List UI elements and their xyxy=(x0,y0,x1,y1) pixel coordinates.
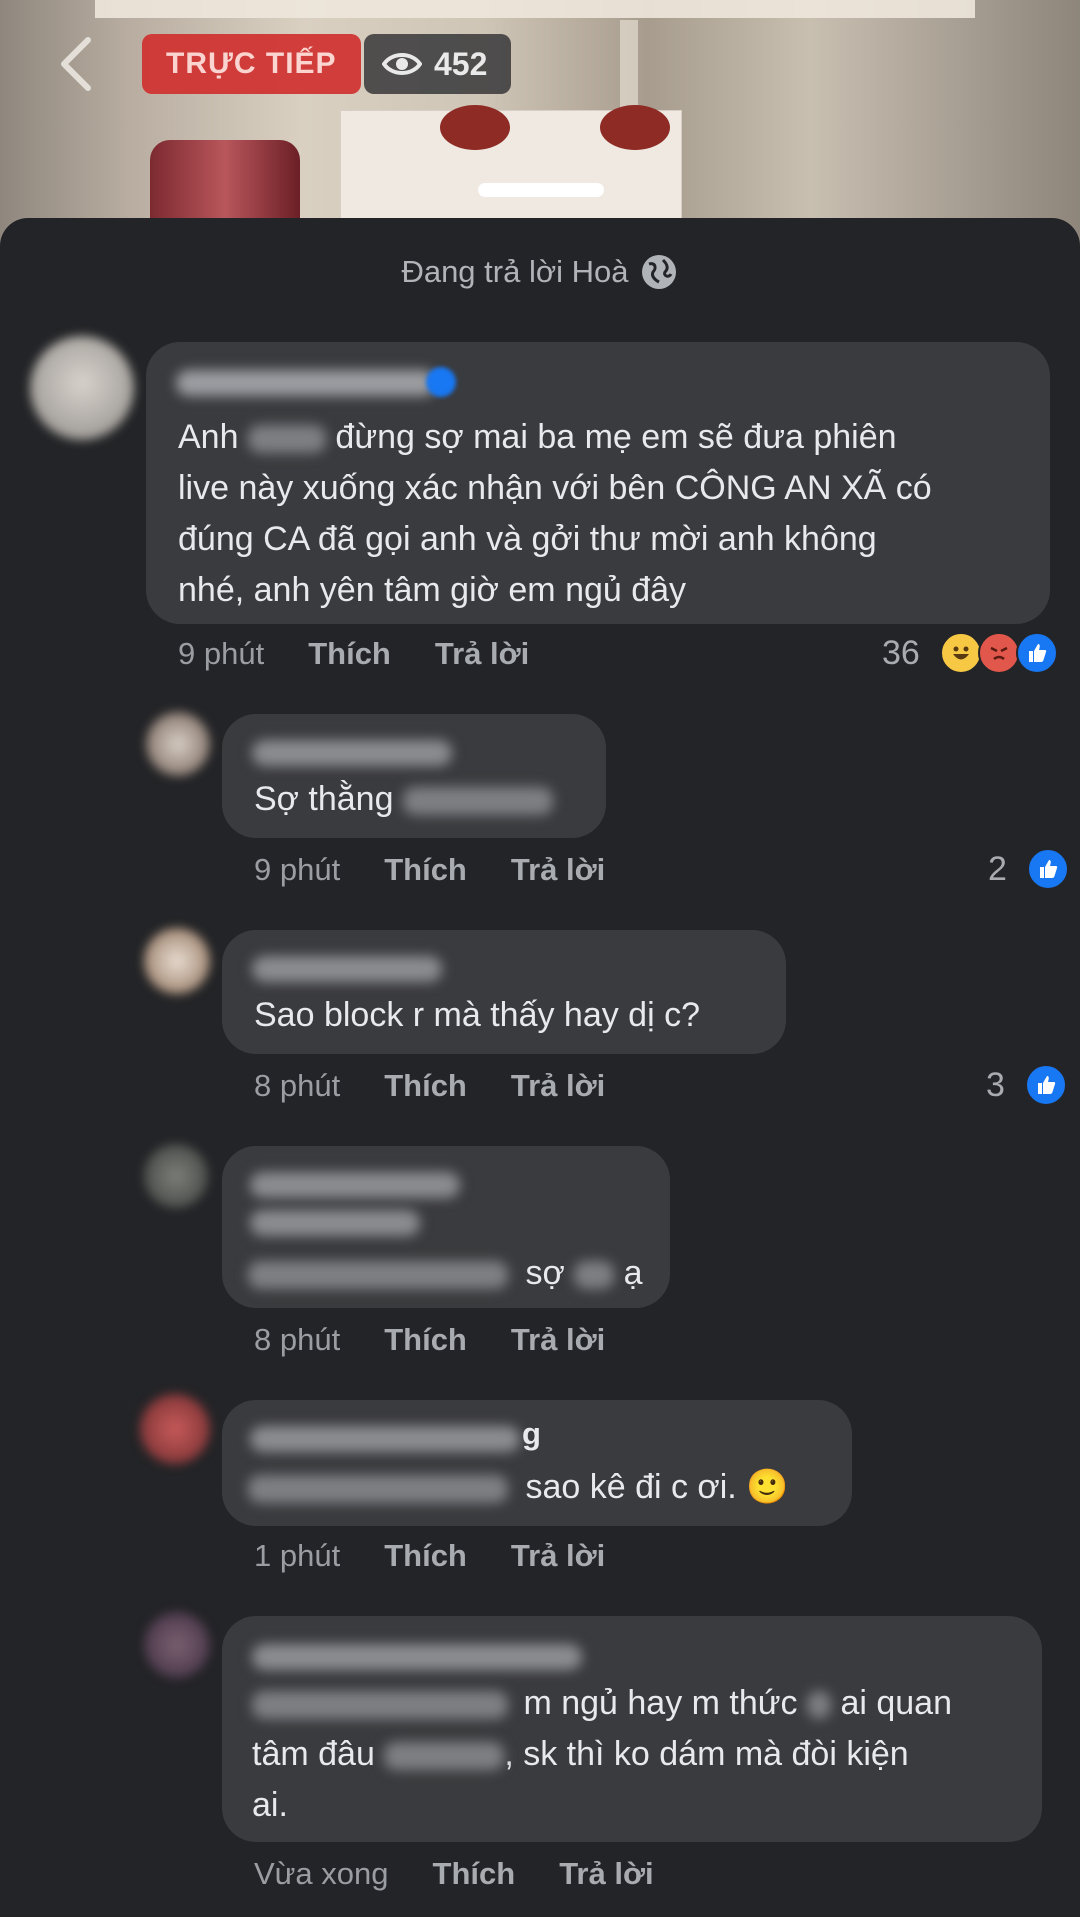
commenter-name-blurred[interactable] xyxy=(250,1172,460,1198)
like-button[interactable]: Thích xyxy=(433,1856,516,1892)
back-button[interactable] xyxy=(52,37,100,91)
redacted-name xyxy=(807,1691,831,1720)
reaction-count: 3 xyxy=(986,1065,1005,1104)
eye-icon xyxy=(382,53,422,75)
comment-timestamp: 9 phút xyxy=(254,852,341,887)
like-button[interactable]: Thích xyxy=(384,1538,467,1574)
viewer-count-badge: 452 xyxy=(364,34,512,94)
tagged-user-link[interactable] xyxy=(252,1691,508,1720)
reply-button[interactable]: Trả lời xyxy=(435,636,529,672)
comment-text: sợ xyxy=(525,1254,565,1292)
commenter-name-fragment: g xyxy=(522,1416,541,1451)
reply-button[interactable]: Trả lời xyxy=(559,1856,653,1892)
comment-timestamp: 8 phút xyxy=(254,1068,341,1103)
comment-timestamp: 1 phút xyxy=(254,1538,341,1573)
like-icon xyxy=(1026,848,1069,890)
reaction-summary[interactable]: 3 xyxy=(986,1064,1067,1106)
like-button[interactable]: Thích xyxy=(384,1322,467,1358)
commenter-name-blurred[interactable] xyxy=(250,1210,420,1236)
replying-to-text: Đang trả lời Hoà xyxy=(401,254,629,289)
like-icon xyxy=(1024,1064,1067,1106)
redacted-name xyxy=(574,1261,615,1290)
reply-button[interactable]: Trả lời xyxy=(511,1322,605,1358)
chevron-left-icon xyxy=(61,37,91,91)
avatar[interactable] xyxy=(146,712,210,776)
comment-bubble[interactable]: sợ ạ xyxy=(222,1146,670,1308)
comment-text: ai. xyxy=(252,1786,288,1824)
comment-text: , sk thì ko dám mà đòi kiện xyxy=(504,1735,909,1773)
avatar[interactable] xyxy=(30,336,134,440)
commenter-name-blurred[interactable] xyxy=(252,740,452,766)
comment-bubble[interactable]: g sao kê đi c ơi. 🙂 xyxy=(222,1400,852,1526)
redacted-name xyxy=(247,425,326,454)
comment-text: Sao block r mà thấy hay dị c? xyxy=(254,996,701,1034)
like-button[interactable]: Thích xyxy=(384,1068,467,1104)
reaction-summary[interactable]: 2 xyxy=(988,848,1069,890)
comment-timestamp: 9 phút xyxy=(178,636,265,671)
sheet-drag-handle[interactable] xyxy=(478,183,604,197)
like-button[interactable]: Thích xyxy=(308,636,391,672)
reply-button[interactable]: Trả lời xyxy=(511,1538,605,1574)
comment-text: đúng CA đã gọi anh và gởi thư mời anh kh… xyxy=(178,520,877,558)
reaction-count: 2 xyxy=(988,849,1007,888)
comment-bubble[interactable]: Sợ thằng xyxy=(222,714,606,838)
reaction-count: 36 xyxy=(882,633,920,672)
comment-timestamp: Vừa xong xyxy=(254,1856,389,1891)
angry-icon xyxy=(977,632,1020,674)
comment-text: ai quan xyxy=(840,1684,952,1722)
commenter-name-blurred[interactable] xyxy=(252,956,442,982)
reply-button[interactable]: Trả lời xyxy=(511,1068,605,1104)
video-ribbon xyxy=(440,105,510,150)
video-jar xyxy=(150,140,300,230)
avatar[interactable] xyxy=(140,1394,210,1464)
video-ribbon xyxy=(600,105,670,150)
verified-badge-icon xyxy=(426,367,456,397)
commenter-name-blurred[interactable] xyxy=(252,1644,582,1670)
comment-text: đừng sợ mai ba mẹ em sẽ đưa phiên xyxy=(335,418,897,456)
comment-text: m ngủ hay m thức xyxy=(523,1684,798,1722)
comment-text: tâm đâu xyxy=(252,1735,375,1773)
comment-text: ạ xyxy=(623,1254,643,1292)
comment-bubble[interactable]: Sao block r mà thấy hay dị c? xyxy=(222,930,786,1054)
like-icon xyxy=(1015,632,1058,674)
redacted-name xyxy=(402,787,553,816)
redacted-name xyxy=(384,1742,505,1771)
comment-bubble[interactable]: Anh đừng sợ mai ba mẹ em sẽ đưa phiên li… xyxy=(146,342,1050,624)
globe-icon xyxy=(641,255,676,289)
commenter-name-blurred[interactable] xyxy=(176,370,436,396)
comment-text: live này xuống xác nhận với bên CÔNG AN … xyxy=(178,469,932,507)
comment-bubble[interactable]: m ngủ hay m thức ai quan tâm đâu , sk th… xyxy=(222,1616,1042,1842)
viewer-count: 452 xyxy=(434,45,488,82)
avatar[interactable] xyxy=(144,1144,208,1208)
comment-text: nhé, anh yên tâm giờ em ngủ đây xyxy=(178,571,687,609)
replying-to-banner: Đang trả lời Hoà xyxy=(0,252,1080,292)
comment-timestamp: 8 phút xyxy=(254,1322,341,1357)
comment-text: Sợ thằng xyxy=(254,780,394,818)
comment-text: sao kê đi c ơi. 🙂 xyxy=(525,1468,789,1506)
live-badge: TRỰC TIẾP xyxy=(142,34,361,94)
reply-button[interactable]: Trả lời xyxy=(511,852,605,888)
tagged-user-link[interactable] xyxy=(248,1261,508,1290)
avatar[interactable] xyxy=(144,928,210,994)
tagged-user-link[interactable] xyxy=(248,1475,508,1504)
avatar[interactable] xyxy=(144,1612,210,1678)
commenter-name-blurred[interactable] xyxy=(250,1426,520,1452)
haha-icon xyxy=(939,632,982,674)
reaction-summary[interactable]: 36 xyxy=(882,632,1058,674)
comment-text: Anh xyxy=(178,418,239,456)
like-button[interactable]: Thích xyxy=(384,852,467,888)
